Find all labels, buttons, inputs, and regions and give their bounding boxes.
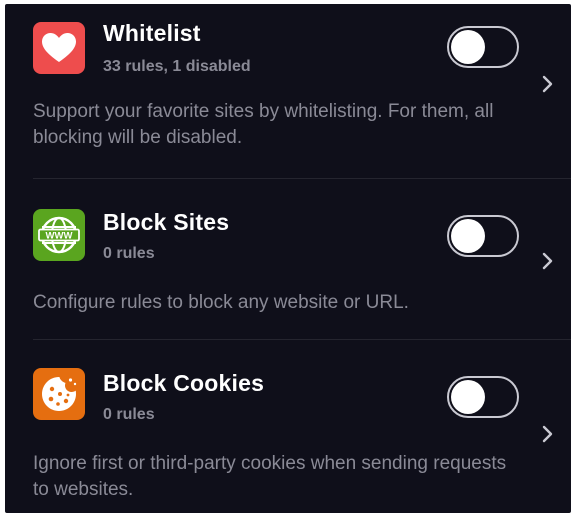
chevron-right-icon[interactable] [540,251,556,271]
row-subtitle: 0 rules [103,406,155,423]
block-cookies-toggle[interactable] [447,376,519,418]
row-description: Ignore first or third-party cookies when… [33,453,507,500]
chevron-right-icon[interactable] [540,74,556,94]
block-sites-toggle[interactable] [447,215,519,257]
toggle-knob [451,219,485,253]
row-title: Block Cookies [103,370,265,396]
row-title: Whitelist [103,20,201,46]
block-sites-row[interactable]: WWW Block Sites 0 rules Configure rules … [5,179,571,340]
row-subtitle: 0 rules [103,245,155,262]
row-description: Configure rules to block any website or … [33,292,409,313]
heart-icon [33,22,85,74]
whitelist-toggle[interactable] [447,26,519,68]
whitelist-row[interactable]: Whitelist 33 rules, 1 disabled Support y… [5,4,571,179]
toggle-knob [451,380,485,414]
svg-text:WWW: WWW [46,231,73,242]
settings-panel: Whitelist 33 rules, 1 disabled Support y… [5,4,571,513]
chevron-right-icon[interactable] [540,424,556,444]
toggle-knob [451,30,485,64]
row-title: Block Sites [103,209,230,235]
cookie-icon [33,368,85,420]
block-cookies-row[interactable]: Block Cookies 0 rules Ignore first or th… [5,340,571,513]
www-globe-icon: WWW [33,209,85,261]
row-subtitle: 33 rules, 1 disabled [103,58,251,75]
row-description: Support your favorite sites by whitelist… [33,101,494,148]
